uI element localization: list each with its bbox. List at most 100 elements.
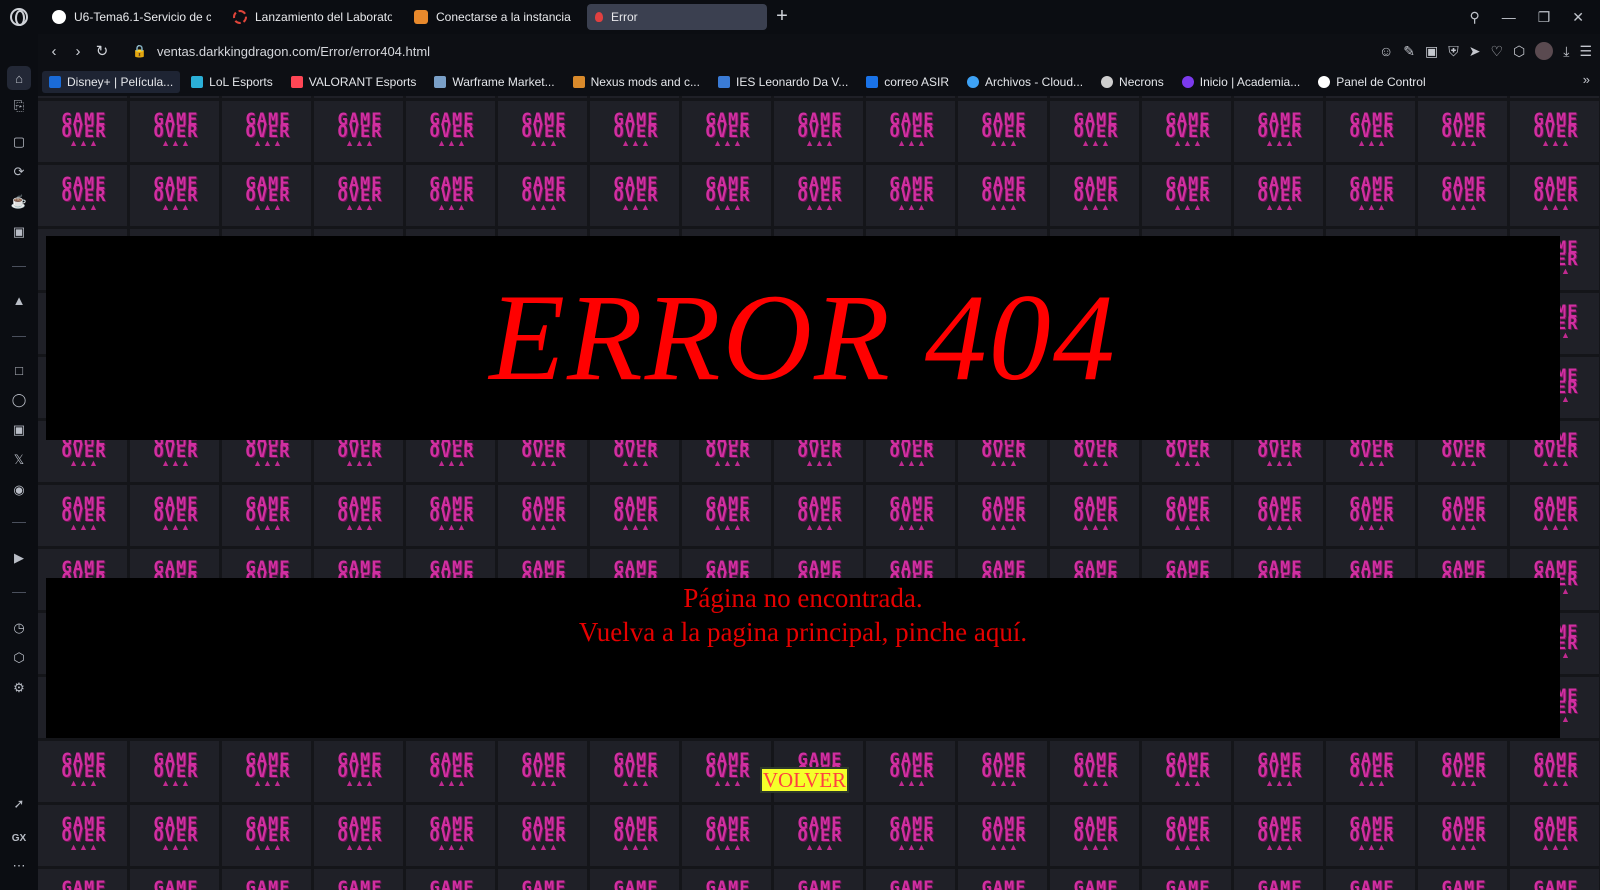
restore-icon[interactable]: ❐	[1538, 9, 1551, 26]
tab-error-active[interactable]: Error	[587, 4, 767, 30]
game-over-tile: GAMEOVER▲▲▲	[981, 878, 1027, 890]
home-icon[interactable]: ⌂	[7, 66, 31, 90]
gamepad-icon[interactable]: ⎘	[7, 94, 31, 118]
game-over-tile: GAMEOVER▲▲▲	[1165, 878, 1211, 890]
close-icon[interactable]: ✕	[1572, 9, 1584, 26]
bookmark-disney[interactable]: Disney+ | Película...	[42, 71, 181, 93]
bookmark-archivos[interactable]: Archivos - Cloud...	[960, 71, 1090, 93]
vpn-shield-icon[interactable]: ⛨	[1448, 43, 1459, 60]
bookmark-label: Nexus mods and c...	[590, 75, 700, 89]
instagram-icon[interactable]: ▣	[7, 418, 31, 442]
opera-menu-icon[interactable]	[0, 0, 38, 34]
game-over-tile: GAMEOVER▲▲▲	[245, 494, 291, 533]
game-over-tile: GAMEOVER▲▲▲	[1349, 494, 1395, 533]
game-over-tile: GAMEOVER▲▲▲	[1073, 110, 1119, 149]
tab-2[interactable]: Lanzamiento del Laborator	[225, 4, 400, 30]
game-over-tile: GAMEOVER▲▲▲	[1349, 750, 1395, 789]
bookmark-valorant[interactable]: VALORANT Esports	[284, 71, 424, 93]
game-over-tile: GAMEOVER▲▲▲	[981, 814, 1027, 853]
download-icon[interactable]: ⤓	[1563, 43, 1569, 60]
more-icon[interactable]: ⋯	[7, 854, 31, 878]
error-page: GAME OVER ▲▲▲ GAME OVER ▲▲▲ GAME OVER ▲▲▲ GAME OVE…	[38, 96, 1600, 890]
bookmark-ies[interactable]: IES Leonardo Da V...	[711, 71, 855, 93]
game-over-tile: GAMEOVER▲▲▲	[1165, 750, 1211, 789]
history-icon[interactable]: ◷	[7, 616, 31, 640]
edit-icon[interactable]: ✎	[1403, 43, 1415, 60]
sidebar-divider	[12, 266, 26, 267]
x-twitter-icon[interactable]: 𝕏	[7, 448, 31, 472]
gx-control-icon[interactable]: GX	[7, 826, 31, 850]
game-over-tile: GAMEOVER▲▲▲	[1073, 750, 1119, 789]
menu-icon[interactable]: ☰	[1579, 43, 1592, 60]
game-over-tile: GAMEOVER▲▲▲	[797, 174, 843, 213]
pin-icon[interactable]: ➚	[7, 792, 31, 816]
box-icon[interactable]: ⬡	[1513, 43, 1525, 60]
volver-button[interactable]: VOLVER	[760, 767, 849, 793]
refresh-icon[interactable]: ⟳	[7, 160, 31, 184]
bookmark-academia[interactable]: Inicio | Academia...	[1175, 71, 1308, 93]
camera-icon[interactable]: ▣	[1425, 43, 1438, 60]
game-over-tile: GAMEOVER▲▲▲	[1165, 174, 1211, 213]
game-over-tile: GAMEOVER▲▲▲	[337, 494, 383, 533]
lock-icon[interactable]: 🔒	[132, 44, 147, 58]
game-over-tile: GAMEOVER▲▲▲	[1073, 494, 1119, 533]
game-over-tile: GAMEOVER▲▲▲	[153, 750, 199, 789]
minimize-icon[interactable]: —	[1502, 9, 1516, 25]
profile-avatar[interactable]	[1535, 42, 1554, 60]
discord-icon[interactable]: ◉	[7, 478, 31, 502]
game-over-tile: GAMEOVER▲▲▲	[1257, 814, 1303, 853]
whatsapp-icon[interactable]: ◯	[7, 388, 31, 412]
music-icon[interactable]: ▣	[7, 220, 31, 244]
tab-label: U6-Tema6.1-Servicio de c	[74, 10, 211, 24]
heart-icon[interactable]: ♡	[1490, 43, 1503, 60]
bookmark-panel-control[interactable]: Panel de Control	[1311, 71, 1432, 93]
bookmark-nexus[interactable]: Nexus mods and c...	[566, 71, 707, 93]
academia-icon	[1181, 76, 1194, 88]
send-icon[interactable]: ➤	[1469, 43, 1481, 60]
player-icon[interactable]: ▶	[7, 546, 31, 570]
game-over-tile: GAMEOVER▲▲▲	[521, 110, 567, 149]
extensions-icon[interactable]: ⬡	[7, 646, 31, 670]
store-icon[interactable]: ▢	[7, 130, 31, 154]
bookmark-correo[interactable]: correo ASIR	[859, 71, 956, 93]
game-over-tile: GAMEOVER▲▲▲	[889, 174, 935, 213]
bookmark-label: Inicio | Academia...	[1199, 75, 1301, 89]
game-over-tile: GAMEOVER▲▲▲	[1073, 174, 1119, 213]
url-field[interactable]: ventas.darkkingdragon.com/Error/error404…	[157, 44, 430, 59]
game-over-tile: GAMEOVER▲▲▲	[1165, 814, 1211, 853]
bookmark-warframe[interactable]: Warframe Market...	[427, 71, 561, 93]
lol-esports-icon	[191, 76, 204, 88]
emoji-icon[interactable]: ☺	[1379, 43, 1393, 59]
bookmarks-overflow-icon[interactable]: »	[1583, 72, 1590, 87]
game-over-tile: GAMEOVER▲▲▲	[153, 814, 199, 853]
cup-icon[interactable]: ☕	[7, 190, 31, 214]
settings-icon[interactable]: ⚙	[7, 676, 31, 700]
game-over-tile: GAMEOVER▲▲▲	[1441, 174, 1487, 213]
tab-3[interactable]: Conectarse a la instancia	[406, 4, 581, 30]
game-over-tile: GAMEOVER▲▲▲	[429, 750, 475, 789]
aria-icon[interactable]: ▲	[7, 288, 31, 312]
error-title: ERROR 404	[489, 269, 1117, 406]
skull-icon	[1101, 76, 1114, 88]
game-over-tile: GAMEOVER▲▲▲	[521, 814, 567, 853]
game-over-tile: GAMEOVER▲▲▲	[153, 878, 199, 890]
game-over-tile: GAMEOVER▲▲▲	[1533, 110, 1579, 149]
game-over-tile: GAMEOVER▲▲▲	[521, 750, 567, 789]
error-message-panel: Página no encontrada. Vuelva a la pagina…	[46, 578, 1560, 738]
reload-icon[interactable]: ↻	[90, 42, 114, 60]
game-over-tile: GAMEOVER▲▲▲	[613, 174, 659, 213]
game-over-tile: GAMEOVER▲▲▲	[337, 174, 383, 213]
twitch-icon[interactable]: □	[7, 358, 31, 382]
tab-1[interactable]: U6-Tema6.1-Servicio de c	[44, 4, 219, 30]
toolbar-icons: ☺ ✎ ▣ ⛨ ➤ ♡ ⬡ ⤓ ☰	[1379, 34, 1592, 68]
bookmark-lol-esports[interactable]: LoL Esports	[184, 71, 280, 93]
search-tabs-icon[interactable]: ⚲	[1469, 9, 1479, 26]
back-icon[interactable]: ‹	[42, 43, 66, 60]
forward-icon[interactable]: ›	[66, 43, 90, 60]
graduation-cap-icon	[717, 76, 730, 88]
new-tab-button[interactable]: +	[771, 6, 793, 28]
game-over-tile: GAMEOVER▲▲▲	[521, 878, 567, 890]
bookmark-necrons[interactable]: Necrons	[1094, 71, 1171, 93]
game-over-tile: GAMEOVER▲▲▲	[1349, 110, 1395, 149]
game-over-tile: GAMEOVER▲▲▲	[705, 814, 751, 853]
